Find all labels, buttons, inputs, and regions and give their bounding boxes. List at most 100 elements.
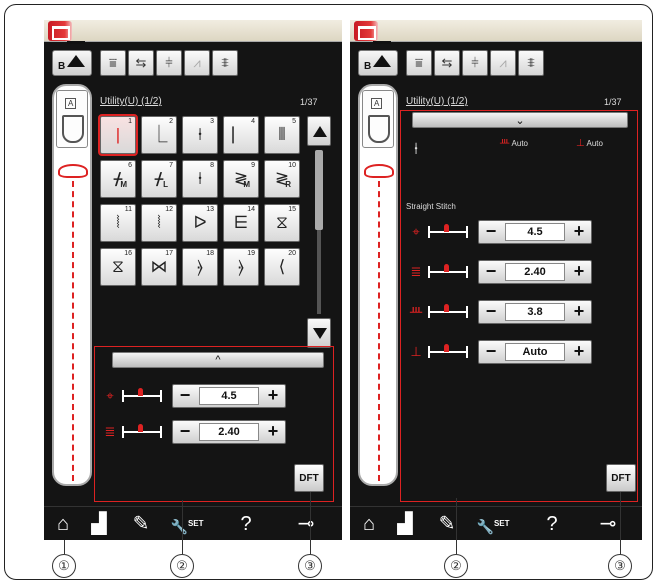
leader-line-1	[64, 540, 65, 554]
stitch-button-6[interactable]: 6ᚋM	[100, 160, 136, 198]
help-icon[interactable]: ?	[540, 512, 564, 536]
foot-pressure-icon: ⊥	[576, 138, 585, 149]
alignment-icon[interactable]: ⫩	[156, 50, 182, 76]
tension-slider[interactable]	[430, 304, 468, 318]
stitch-pattern-icon: ⎿	[150, 125, 168, 144]
stitch-button-7[interactable]: 7ᚋL	[141, 160, 177, 198]
stitch-button-11[interactable]: 11 ⦚	[100, 204, 136, 242]
top-bar	[350, 20, 642, 42]
width-value: 4.5	[505, 223, 565, 241]
stitch-button-15[interactable]: 15 ⧖	[264, 204, 300, 242]
scrollbar[interactable]	[307, 116, 331, 348]
collapse-button[interactable]: ^	[112, 352, 324, 368]
stitch-number: 16	[124, 250, 132, 257]
stitch-number: 5	[292, 118, 296, 125]
machine-icon[interactable]: ▟	[82, 512, 116, 536]
leader-line-4	[456, 498, 457, 554]
stitch-number: 15	[288, 206, 296, 213]
stitch-button-20[interactable]: 20 ⟨	[264, 248, 300, 286]
stitch-button-17[interactable]: 17 ⋈	[141, 248, 177, 286]
feed-dog-icon[interactable]: ⩨	[212, 50, 238, 76]
settings-button[interactable]: 🔧SET	[470, 512, 516, 536]
machine-icon[interactable]: ▟	[388, 512, 422, 536]
width-slider[interactable]	[124, 388, 162, 402]
tie-off-icon[interactable]: ⩸	[100, 50, 126, 76]
width-plus-button[interactable]: +	[567, 221, 591, 243]
scroll-thumb[interactable]	[315, 150, 323, 230]
scroll-up-button[interactable]	[307, 116, 331, 146]
pressure-slider[interactable]	[430, 344, 468, 358]
pressure-minus-button[interactable]: −	[479, 341, 503, 363]
stitch-pattern-icon: ⦚	[157, 213, 161, 232]
stitch-button-13[interactable]: 13 ᐅ	[182, 204, 218, 242]
length-minus-button[interactable]: −	[173, 421, 197, 443]
stitch-button-10[interactable]: 10 ≷ R	[264, 160, 300, 198]
auto-tension-tag: ᚈ Auto	[500, 138, 528, 149]
stitch-button-16[interactable]: 16 ⧖	[100, 248, 136, 286]
tie-off-icon[interactable]: ⩸	[406, 50, 432, 76]
stitch-pattern-icon: ⦀	[278, 125, 286, 144]
mode-icon[interactable]	[354, 21, 378, 41]
pattern-title: Utility(U) (1/2)	[100, 96, 162, 107]
twin-needle-icon[interactable]: ⇆	[128, 50, 154, 76]
auto-tension-value: Auto	[511, 139, 529, 148]
pressure-plus-button[interactable]: +	[567, 341, 591, 363]
dft-button[interactable]: DFT	[294, 464, 324, 492]
needle-hole-icon	[364, 164, 394, 178]
length-plus-button[interactable]: +	[567, 261, 591, 283]
stitch-button-18[interactable]: 18 ⦒	[182, 248, 218, 286]
width-minus-button[interactable]: −	[479, 221, 503, 243]
scroll-down-button[interactable]	[307, 318, 331, 348]
alignment-icon[interactable]: ⫩	[462, 50, 488, 76]
stitch-button-5[interactable]: 5 ⦀	[264, 116, 300, 154]
mode-icon[interactable]	[48, 21, 72, 41]
tension-icon: ᚈ	[500, 138, 510, 149]
stitch-button-2[interactable]: 2 ⎿	[141, 116, 177, 154]
length-slider[interactable]	[430, 264, 468, 278]
width-value: 4.5	[199, 387, 259, 405]
needle-icon[interactable]: ⩘	[184, 50, 210, 76]
expand-button[interactable]: ⌄	[412, 112, 628, 128]
help-icon[interactable]: ?	[234, 512, 258, 536]
presser-foot-panel: A	[52, 84, 92, 486]
stitch-button-9[interactable]: 9 ≷ M	[223, 160, 259, 198]
dft-button[interactable]: DFT	[606, 464, 636, 492]
stitch-pattern-icon: ᐅ	[193, 213, 207, 232]
stitch-number: 3	[210, 118, 214, 125]
twin-needle-icon[interactable]: ⇆	[434, 50, 460, 76]
length-plus-button[interactable]: +	[261, 421, 285, 443]
length-minus-button[interactable]: −	[479, 261, 503, 283]
stitch-button-3[interactable]: 3 ⍿	[182, 116, 218, 154]
feed-dog-icon[interactable]: ⩨	[518, 50, 544, 76]
stitch-pattern-icon: ≷	[274, 169, 290, 188]
home-icon[interactable]: ⌂	[50, 512, 76, 536]
foot-letter: A	[65, 98, 77, 109]
stitch-pattern-icon: ≷	[233, 169, 249, 188]
width-minus-button[interactable]: −	[173, 385, 197, 407]
bottom-toolbar: ⌂ ▟ ✎ 🔧SET ? ⊸	[44, 506, 342, 540]
stitch-button-1[interactable]: 1 |	[98, 114, 138, 156]
length-slider[interactable]	[124, 424, 162, 438]
stitch-button-4[interactable]: 4 ⎸	[223, 116, 259, 154]
home-icon[interactable]: ⌂	[356, 512, 382, 536]
stitch-button-19[interactable]: 19 ⦒	[223, 248, 259, 286]
lock-icon[interactable]: ⊸	[288, 512, 324, 536]
tension-minus-button[interactable]: −	[479, 301, 503, 323]
presser-foot-drop-button[interactable]: B	[358, 41, 398, 76]
file-icon[interactable]: ✎	[128, 512, 154, 536]
stitch-button-12[interactable]: 12 ⦚	[141, 204, 177, 242]
stitch-pattern-icon: ⦚	[116, 213, 120, 232]
tension-plus-button[interactable]: +	[567, 301, 591, 323]
width-plus-button[interactable]: +	[261, 385, 285, 407]
stitch-width-row: ⌖ − 4.5 +	[406, 220, 636, 244]
stitch-button-14[interactable]: 14 ⋿	[223, 204, 259, 242]
width-slider[interactable]	[430, 224, 468, 238]
stitch-button-8[interactable]: 8 ⍿	[182, 160, 218, 198]
stitch-name: Straight Stitch	[406, 202, 456, 211]
settings-button[interactable]: 🔧SET	[164, 512, 210, 536]
presser-foot-drop-button[interactable]: B	[52, 41, 92, 76]
bdrop-label: B	[364, 61, 372, 72]
foot-letter: A	[371, 98, 383, 109]
needle-icon[interactable]: ⩘	[490, 50, 516, 76]
stitch-number: 19	[247, 250, 255, 257]
